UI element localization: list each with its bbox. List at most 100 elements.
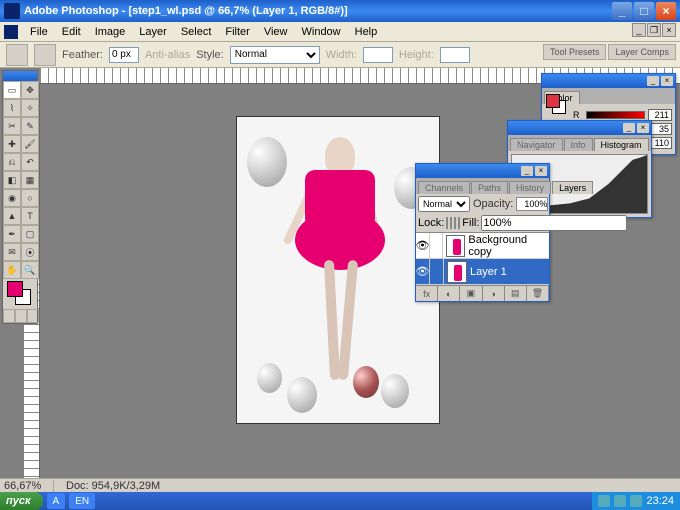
- move-tool[interactable]: ✥: [21, 81, 39, 99]
- foreground-color-swatch[interactable]: [7, 281, 23, 297]
- screen-mode-icon[interactable]: [27, 309, 39, 323]
- color-panel-titlebar[interactable]: _ ×: [542, 74, 675, 88]
- current-tool-icon[interactable]: [6, 44, 28, 66]
- menu-layer[interactable]: Layer: [133, 24, 173, 40]
- new-layer-icon[interactable]: ▤: [505, 286, 527, 301]
- visibility-icon[interactable]: 👁: [416, 259, 430, 285]
- notes-tool[interactable]: ✉: [3, 243, 21, 261]
- maximize-button[interactable]: □: [634, 2, 654, 20]
- navigator-tab[interactable]: Navigator: [510, 138, 563, 151]
- eraser-tool[interactable]: ◧: [3, 171, 21, 189]
- lock-pixels-icon[interactable]: [450, 217, 452, 229]
- layer-thumbnail[interactable]: [446, 235, 465, 257]
- panel-minimize-button[interactable]: _: [623, 123, 635, 133]
- r-slider[interactable]: [586, 111, 645, 119]
- new-set-icon[interactable]: ▣: [460, 286, 482, 301]
- minimize-button[interactable]: _: [612, 2, 632, 20]
- crop-tool[interactable]: ✂: [3, 117, 21, 135]
- panel-minimize-button[interactable]: _: [521, 166, 533, 176]
- shape-tool[interactable]: ▢: [21, 225, 39, 243]
- pen-tool[interactable]: ✒: [3, 225, 21, 243]
- stamp-tool[interactable]: ⎌: [3, 153, 21, 171]
- panel-close-button[interactable]: ×: [637, 123, 649, 133]
- layer-style-icon[interactable]: fx: [416, 286, 438, 301]
- taskbar-lang[interactable]: EN: [69, 493, 95, 509]
- menu-edit[interactable]: Edit: [56, 24, 87, 40]
- heal-tool[interactable]: ✚: [3, 135, 21, 153]
- eyedropper-tool[interactable]: ⦿: [21, 243, 39, 261]
- menu-view[interactable]: View: [258, 24, 294, 40]
- wand-tool[interactable]: ✧: [21, 99, 39, 117]
- zoom-value[interactable]: 66,67%: [4, 480, 54, 492]
- link-icon[interactable]: [430, 259, 444, 285]
- paths-tab[interactable]: Paths: [471, 181, 508, 194]
- menu-image[interactable]: Image: [89, 24, 132, 40]
- layer-thumbnail[interactable]: [447, 261, 467, 283]
- layer-item[interactable]: 👁 Layer 1: [416, 259, 549, 285]
- menu-window[interactable]: Window: [296, 24, 347, 40]
- document-canvas[interactable]: [236, 116, 440, 424]
- toolbox-grip[interactable]: [3, 71, 37, 81]
- history-tab[interactable]: History: [509, 181, 551, 194]
- doc-close-button[interactable]: ×: [662, 23, 676, 37]
- zoom-tool[interactable]: 🔍: [21, 261, 39, 279]
- tray-icon[interactable]: [598, 495, 610, 507]
- color-swatches[interactable]: [3, 279, 37, 309]
- delete-layer-icon[interactable]: 🗑: [527, 286, 549, 301]
- start-button[interactable]: пуск: [0, 492, 43, 510]
- tray-icon[interactable]: [614, 495, 626, 507]
- clock[interactable]: 23:24: [646, 495, 674, 507]
- layer-mask-icon[interactable]: ◐: [438, 286, 460, 301]
- histogram-panel-titlebar[interactable]: _ ×: [508, 121, 651, 135]
- tray-icon[interactable]: [630, 495, 642, 507]
- selection-mode-new-icon[interactable]: [34, 44, 56, 66]
- layers-tab[interactable]: Layers: [552, 181, 593, 194]
- standard-mode-icon[interactable]: [3, 309, 15, 323]
- path-select-tool[interactable]: ▲: [3, 207, 21, 225]
- adjustment-layer-icon[interactable]: ◑: [483, 286, 505, 301]
- doc-restore-button[interactable]: ❐: [647, 23, 661, 37]
- opacity-input[interactable]: [516, 197, 548, 211]
- menu-select[interactable]: Select: [175, 24, 218, 40]
- histogram-tab[interactable]: Histogram: [594, 138, 649, 151]
- palette-tab-tool-presets[interactable]: Tool Presets: [543, 44, 607, 60]
- feather-input[interactable]: [109, 47, 139, 63]
- balloon-graphic: [257, 363, 282, 393]
- palette-tab-layer-comps[interactable]: Layer Comps: [608, 44, 676, 60]
- visibility-icon[interactable]: 👁: [416, 233, 430, 259]
- info-tab[interactable]: Info: [564, 138, 593, 151]
- gradient-tool[interactable]: ▦: [21, 171, 39, 189]
- panel-close-button[interactable]: ×: [535, 166, 547, 176]
- quickmask-mode-icon[interactable]: [15, 309, 27, 323]
- dodge-tool[interactable]: ○: [21, 189, 39, 207]
- slice-tool[interactable]: ✎: [21, 117, 39, 135]
- color-preview[interactable]: [546, 94, 566, 114]
- lock-position-icon[interactable]: [454, 217, 456, 229]
- menu-filter[interactable]: Filter: [219, 24, 255, 40]
- menu-file[interactable]: File: [24, 24, 54, 40]
- layer-name[interactable]: Layer 1: [470, 266, 507, 278]
- blur-tool[interactable]: ◉: [3, 189, 21, 207]
- lock-transparency-icon[interactable]: [446, 217, 448, 229]
- marquee-tool[interactable]: ▭: [3, 81, 21, 99]
- lasso-tool[interactable]: ⌇: [3, 99, 21, 117]
- brush-tool[interactable]: 🖌: [21, 135, 39, 153]
- close-button[interactable]: ×: [656, 2, 676, 20]
- type-tool[interactable]: T: [21, 207, 39, 225]
- panel-close-button[interactable]: ×: [661, 76, 673, 86]
- link-icon[interactable]: [430, 233, 443, 259]
- layer-item[interactable]: 👁 Background copy: [416, 233, 549, 259]
- fill-input[interactable]: [481, 215, 627, 231]
- hand-tool[interactable]: ✋: [3, 261, 21, 279]
- taskbar-item[interactable]: A: [47, 493, 66, 509]
- lock-all-icon[interactable]: [458, 217, 460, 229]
- layers-panel-titlebar[interactable]: _ ×: [416, 164, 549, 178]
- style-select[interactable]: Normal: [230, 46, 320, 64]
- layer-name[interactable]: Background copy: [468, 234, 549, 258]
- panel-minimize-button[interactable]: _: [647, 76, 659, 86]
- menu-help[interactable]: Help: [349, 24, 384, 40]
- history-brush-tool[interactable]: ↶: [21, 153, 39, 171]
- doc-minimize-button[interactable]: _: [632, 23, 646, 37]
- channels-tab[interactable]: Channels: [418, 181, 470, 194]
- blend-mode-select[interactable]: Normal: [418, 196, 470, 212]
